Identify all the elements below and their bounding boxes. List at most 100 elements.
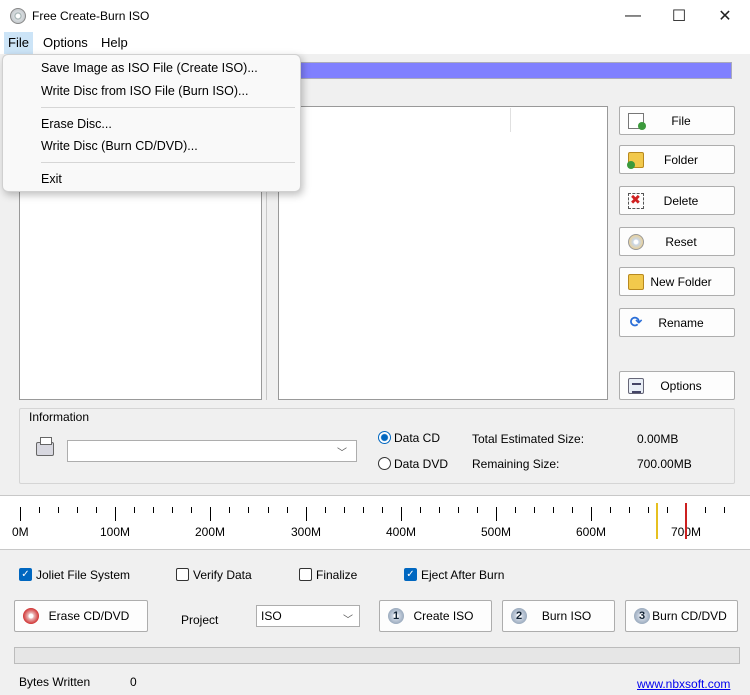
ruler-tick <box>534 507 535 513</box>
menu-save-iso[interactable]: Save Image as ISO File (Create ISO)... <box>41 61 258 75</box>
ruler-tick <box>629 507 630 513</box>
options-icon <box>628 377 644 394</box>
total-size-value: 0.00MB <box>637 432 679 446</box>
rename-label: Rename <box>658 315 704 330</box>
ruler-tick <box>39 507 40 513</box>
ruler-tick <box>515 507 516 513</box>
data-cd-radio[interactable] <box>378 431 391 444</box>
data-cd-label[interactable]: Data CD <box>394 431 440 445</box>
finalize-checkbox[interactable] <box>299 568 312 581</box>
delete-icon <box>628 192 644 209</box>
add-file-label: File <box>671 113 691 128</box>
ruler-tick <box>363 507 364 513</box>
ruler-label: 300M <box>291 525 322 539</box>
bytes-written-label: Bytes Written <box>19 675 91 689</box>
delete-label: Delete <box>663 193 699 208</box>
reset-button[interactable]: Reset <box>619 227 735 256</box>
website-link[interactable]: www.nbxsoft.com <box>637 677 730 691</box>
add-file-button[interactable]: File <box>619 106 735 135</box>
total-size-label: Total Estimated Size: <box>472 432 585 446</box>
ruler-tick <box>439 507 440 513</box>
step-one-disc-icon: 1 <box>388 608 404 624</box>
remaining-size-label: Remaining Size: <box>472 457 560 471</box>
menu-write-disc[interactable]: Write Disc (Burn CD/DVD)... <box>41 139 198 153</box>
ruler-tick <box>210 507 211 521</box>
drive-printer-icon <box>36 437 54 456</box>
joliet-label[interactable]: Joliet File System <box>36 568 130 582</box>
chevron-down-icon[interactable]: ﹀ <box>343 611 353 626</box>
menu-help[interactable]: Help <box>98 35 131 50</box>
eject-checkbox[interactable]: ✓ <box>404 568 417 581</box>
erase-disc-icon <box>23 608 39 624</box>
capacity-limit-marker <box>685 503 687 539</box>
options-button[interactable]: Options <box>619 371 735 400</box>
menu-separator <box>41 107 295 108</box>
ruler-tick <box>268 507 269 513</box>
chevron-down-icon[interactable]: ﹀ <box>337 444 347 459</box>
erase-cd-dvd-button[interactable]: Erase CD/DVD <box>14 600 148 632</box>
menu-exit[interactable]: Exit <box>41 172 62 186</box>
verify-checkbox[interactable] <box>176 568 189 581</box>
menu-erase-disc[interactable]: Erase Disc... <box>41 117 112 131</box>
column-divider[interactable] <box>510 108 511 132</box>
menu-separator <box>41 162 295 163</box>
ruler-tick <box>134 507 135 513</box>
ruler-label: 200M <box>195 525 226 539</box>
add-folder-icon <box>627 151 644 169</box>
ruler-tick <box>58 507 59 513</box>
ruler-tick <box>287 507 288 513</box>
information-label: Information <box>27 410 92 424</box>
file-dropdown-menu: Save Image as ISO File (Create ISO)... W… <box>2 54 301 192</box>
project-label: Project <box>181 613 219 627</box>
close-button[interactable]: ✕ <box>702 0 748 32</box>
ruler-label: 0M <box>12 525 29 539</box>
add-folder-button[interactable]: Folder <box>619 145 735 174</box>
ruler-tick <box>191 507 192 513</box>
rename-refresh-icon: ⟳ <box>629 313 643 331</box>
drive-select[interactable] <box>67 440 357 462</box>
new-folder-button[interactable]: New Folder <box>619 267 735 296</box>
bytes-written-value: 0 <box>130 675 137 689</box>
finalize-label[interactable]: Finalize <box>316 568 357 582</box>
ruler-tick <box>382 507 383 513</box>
burn-cd-dvd-label: Burn CD/DVD <box>652 609 727 623</box>
ruler-label: 400M <box>386 525 417 539</box>
rename-button[interactable]: ⟳ Rename <box>619 308 735 337</box>
ruler-tick <box>77 507 78 513</box>
ruler-tick <box>229 507 230 513</box>
disc-reset-icon <box>628 233 644 250</box>
create-iso-label: Create ISO <box>413 609 474 623</box>
maximize-button[interactable]: ☐ <box>656 0 702 32</box>
eject-label[interactable]: Eject After Burn <box>421 568 504 582</box>
ruler-label: 600M <box>576 525 607 539</box>
ruler-tick <box>724 507 725 513</box>
ruler-tick <box>705 507 706 513</box>
menu-write-from-iso[interactable]: Write Disc from ISO File (Burn ISO)... <box>41 84 248 98</box>
file-list-panel[interactable] <box>278 106 608 400</box>
burn-iso-button[interactable]: 2 Burn ISO <box>502 600 615 632</box>
burn-cd-dvd-button[interactable]: 3 Burn CD/DVD <box>625 600 738 632</box>
ruler-tick <box>401 507 402 521</box>
ruler-tick <box>153 507 154 513</box>
joliet-checkbox[interactable]: ✓ <box>19 568 32 581</box>
window-title: Free Create-Burn ISO <box>32 9 150 23</box>
menu-options[interactable]: Options <box>40 35 91 50</box>
data-dvd-label[interactable]: Data DVD <box>394 457 448 471</box>
step-two-disc-icon: 2 <box>511 608 527 624</box>
ruler-tick <box>115 507 116 521</box>
minimize-button[interactable]: — <box>610 0 656 32</box>
delete-button[interactable]: Delete <box>619 186 735 215</box>
erase-label: Erase CD/DVD <box>48 609 130 623</box>
data-dvd-radio[interactable] <box>378 457 391 470</box>
capacity-warning-marker <box>656 503 658 539</box>
verify-label[interactable]: Verify Data <box>193 568 252 582</box>
ruler-tick <box>172 507 173 513</box>
remaining-size-value: 700.00MB <box>637 457 692 471</box>
menu-file[interactable]: File <box>4 32 33 54</box>
ruler-tick <box>667 507 668 513</box>
create-iso-button[interactable]: 1 Create ISO <box>379 600 492 632</box>
reset-label: Reset <box>665 234 697 249</box>
ruler-label: 100M <box>100 525 131 539</box>
top-progress-bar <box>296 62 732 79</box>
ruler-tick <box>477 507 478 513</box>
